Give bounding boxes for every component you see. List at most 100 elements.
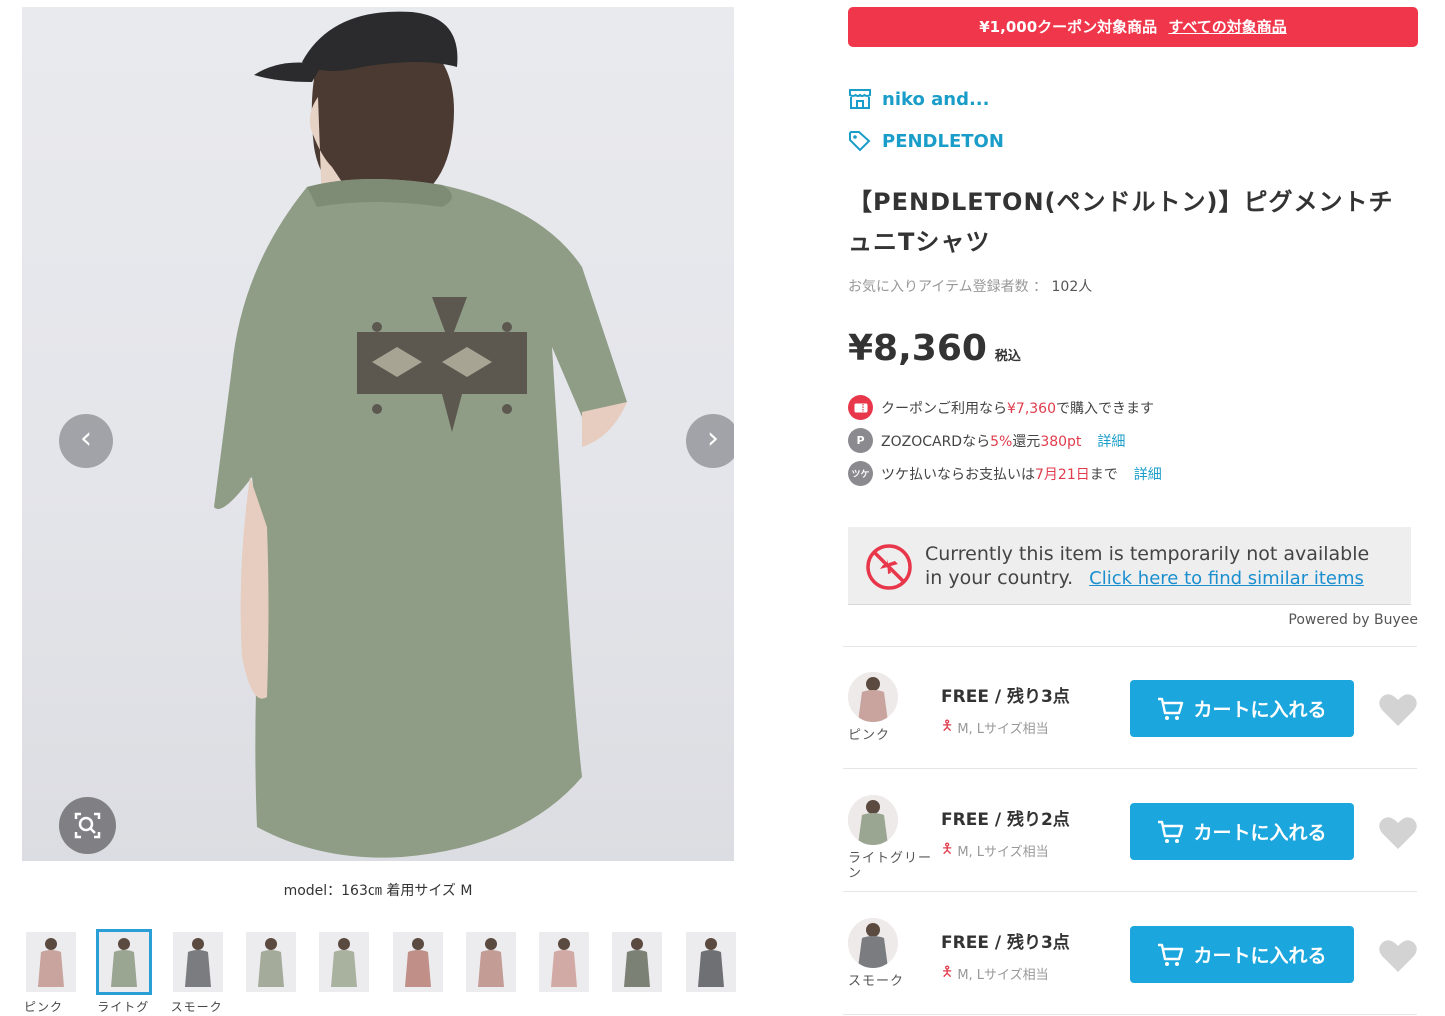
add-to-cart-button[interactable]: カートに入れる <box>1130 926 1354 983</box>
thumbnail-image <box>26 932 76 992</box>
cart-icon <box>1158 697 1184 720</box>
thumbnail-image <box>172 932 223 992</box>
product-main-image[interactable]: ‹ › <box>22 7 734 861</box>
shop-link[interactable]: niko and... <box>848 88 989 110</box>
cart-icon <box>1158 820 1184 843</box>
next-image-button[interactable]: › <box>686 414 734 468</box>
coupon-banner: ¥1,000クーポン対象商品 すべての対象商品 <box>848 7 1418 47</box>
thumbnail-image <box>319 932 370 992</box>
coupon-price: ¥7,360 <box>1007 400 1056 417</box>
favorite-button[interactable] <box>1378 938 1418 978</box>
thumbnail-image <box>685 932 736 992</box>
thumbnail[interactable] <box>391 930 445 998</box>
favorites-label: お気に入りアイテム登録者数 ： <box>848 279 1048 295</box>
fit-info: 🯅 M, Lサイズ相当 <box>941 715 1049 739</box>
fit-text: M, Lサイズ相当 <box>957 721 1049 737</box>
zozocard-mid: 還元 <box>1012 433 1041 450</box>
color-swatch[interactable] <box>848 918 898 968</box>
thumbnail-image <box>465 932 516 992</box>
fit-text: M, Lサイズ相当 <box>957 967 1049 983</box>
thumbnail-image <box>612 932 663 992</box>
tsuke-icon: ツケ <box>848 461 873 486</box>
add-to-cart-label: カートに入れる <box>1193 822 1327 844</box>
sku-divider <box>843 891 1417 892</box>
thumbnail[interactable]: ピンク <box>24 930 78 1015</box>
chevron-left-icon: ‹ <box>80 421 92 456</box>
size-stock: FREE / 残り3点 <box>941 687 1070 707</box>
coupon-benefit-post: で購入できます <box>1056 400 1154 417</box>
thumbnail-image <box>96 929 153 995</box>
coupon-benefit: クーポンご利用なら¥7,360で購入できます <box>848 395 1154 420</box>
thumbnail-label: ピンク <box>24 1000 64 1014</box>
brand-link[interactable]: PENDLETON <box>848 130 1004 152</box>
favorites-number: 102人 <box>1051 279 1093 295</box>
unavailable-line1: Currently this item is temporarily not a… <box>925 543 1370 565</box>
thumbnail[interactable] <box>610 930 664 998</box>
sku-row: ピンク FREE / 残り3点 🯅 M, Lサイズ相当 カートに入れる <box>848 672 1418 782</box>
fit-info: 🯅 M, Lサイズ相当 <box>941 838 1049 862</box>
thumbnail[interactable] <box>244 930 298 998</box>
thumbnail[interactable]: ライトグ <box>96 929 153 1015</box>
add-to-cart-button[interactable]: カートに入れる <box>1130 803 1354 860</box>
image-search-button[interactable] <box>59 797 116 854</box>
color-swatch[interactable] <box>848 672 898 722</box>
favorite-button[interactable] <box>1378 815 1418 855</box>
size-stock: FREE / 残り3点 <box>941 933 1070 953</box>
zozocard-rate: 5% <box>990 433 1013 450</box>
model-photo <box>214 11 627 858</box>
favorite-button[interactable] <box>1378 692 1418 732</box>
heart-icon <box>1379 817 1417 849</box>
image-search-icon <box>74 812 101 839</box>
not-available-icon <box>866 544 912 590</box>
thumbnail[interactable] <box>684 930 738 998</box>
thumbnail[interactable]: スモーク <box>171 930 225 1015</box>
tsuke-details-link[interactable]: 詳細 <box>1134 464 1162 484</box>
thumbnail[interactable] <box>537 930 591 998</box>
chevron-right-icon: › <box>707 421 719 456</box>
fit-text: M, Lサイズ相当 <box>957 844 1049 860</box>
price-amount: ¥8,360 <box>848 328 987 369</box>
thumbnail[interactable] <box>464 930 518 998</box>
tsuke-date: 7月21日 <box>1035 466 1090 483</box>
similar-items-link[interactable]: Click here to find similar items <box>1089 568 1364 589</box>
zozocard-pre: ZOZOCARDなら <box>881 433 991 450</box>
zozocard-benefit: P ZOZOCARDなら5%還元380pt 詳細 <box>848 428 1125 453</box>
thumbnail-image <box>539 932 590 992</box>
zozocard-details-link[interactable]: 詳細 <box>1097 431 1125 451</box>
coupon-icon <box>848 395 873 420</box>
add-to-cart-label: カートに入れる <box>1193 945 1327 967</box>
add-to-cart-button[interactable]: カートに入れる <box>1130 680 1354 737</box>
size-stock: FREE / 残り2点 <box>941 810 1070 830</box>
thumbnail-strip: ピンク ライトグ スモーク <box>24 929 744 1016</box>
prev-image-button[interactable]: ‹ <box>59 414 113 468</box>
thumbnail-label: ライトグ <box>97 1000 150 1014</box>
points-icon: P <box>848 428 873 453</box>
store-icon <box>849 89 871 109</box>
coupon-banner-text: ¥1,000クーポン対象商品 <box>979 18 1158 36</box>
color-swatch[interactable] <box>848 795 898 845</box>
tsuke-benefit: ツケ ツケ払いならお支払いは7月21日まで 詳細 <box>848 461 1162 486</box>
person-icon: 🯅 <box>941 964 954 980</box>
favorites-count: お気に入りアイテム登録者数 ： 102人 <box>848 276 1092 296</box>
sku-divider <box>843 646 1417 647</box>
unavailable-notice: Currently this item is temporarily not a… <box>848 527 1411 605</box>
sku-divider <box>843 1014 1417 1015</box>
color-name: ライトグリーン <box>848 851 933 881</box>
thumbnail-image <box>245 932 296 992</box>
product-title: 【PENDLETON(ペンドルトン)】ピグメントチュニTシャツ <box>848 188 1394 256</box>
tsuke-pre: ツケ払いならお支払いは <box>881 466 1035 483</box>
powered-by-buyee: Powered by Buyee <box>1288 612 1418 628</box>
add-to-cart-label: カートに入れる <box>1193 699 1327 721</box>
unavailable-line2: in your country. <box>925 567 1074 589</box>
all-coupon-items-link[interactable]: すべての対象商品 <box>1168 18 1286 36</box>
cart-icon <box>1158 943 1184 966</box>
zozocard-points: 380pt <box>1040 433 1082 450</box>
coupon-benefit-pre: クーポンご利用なら <box>881 400 1007 417</box>
sku-divider <box>843 768 1417 769</box>
color-name: スモーク <box>848 974 905 989</box>
heart-icon <box>1379 940 1417 972</box>
tag-icon <box>849 131 871 152</box>
thumbnail[interactable] <box>317 930 371 998</box>
fit-info: 🯅 M, Lサイズ相当 <box>941 961 1049 985</box>
brand-name: PENDLETON <box>882 130 1004 152</box>
